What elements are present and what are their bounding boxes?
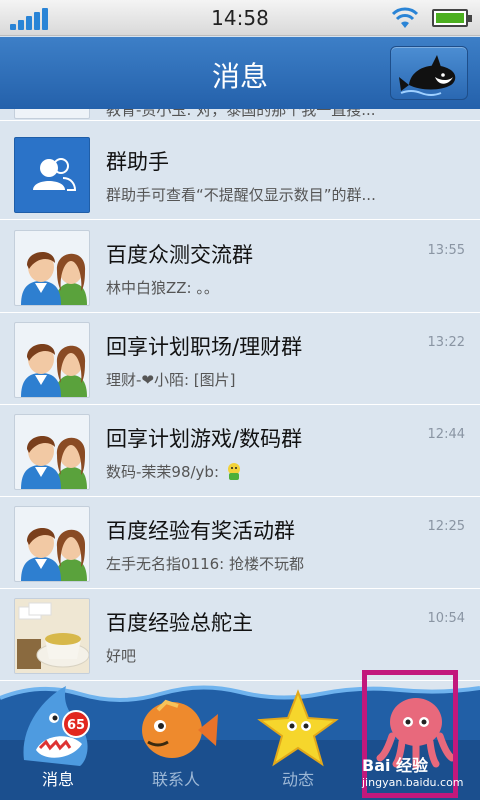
- avatar: [14, 109, 90, 119]
- conversation-name: 百度众测交流群: [106, 243, 253, 267]
- couple-icon: [21, 527, 87, 581]
- whale-icon: [399, 55, 456, 96]
- wifi-icon: [392, 7, 418, 28]
- couple-icon: [21, 435, 87, 489]
- message-time: 10:54: [427, 611, 465, 626]
- conversation-name: 回享计划职场/理财群: [106, 335, 303, 359]
- conversation-name: 群助手: [106, 150, 169, 174]
- conversation-name: 百度经验总舵主: [106, 611, 253, 635]
- conversation-name: 回享计划游戏/数码群: [106, 427, 303, 451]
- whale-button[interactable]: [390, 46, 468, 100]
- tab-feed[interactable]: 动态: [250, 680, 346, 800]
- watermark: Bai 经验 jingyan.baidu.com: [362, 752, 464, 789]
- couple-icon: [21, 343, 87, 397]
- couple-avatar: [14, 322, 90, 398]
- message-time: 12:25: [427, 519, 465, 534]
- message-preview: 林中白狼ZZ: 。。: [106, 279, 219, 297]
- shark-icon: [23, 686, 88, 766]
- conversation-list: 教育-资小玉: 对，泰国的那个我一直搜... 群助手 群助手可查看“不提醒仅显示…: [0, 109, 480, 699]
- message-preview-text: 数码-茉茉98/yb:: [106, 463, 220, 481]
- group-helper-icon: [33, 158, 77, 191]
- conversation-row[interactable]: 百度经验有奖活动群 左手无名指0116: 抢楼不玩都 12:25: [0, 497, 480, 589]
- title-bar: 消息: [0, 37, 480, 109]
- watermark-url: jingyan.baidu.com: [362, 776, 464, 789]
- couple-icon: [21, 251, 87, 305]
- conversation-row[interactable]: 百度众测交流群 林中白狼ZZ: 。。 13:55: [0, 221, 480, 313]
- message-preview: 左手无名指0116: 抢楼不玩都: [106, 555, 304, 573]
- conversation-name: 百度经验有奖活动群: [106, 519, 295, 543]
- starfish-icon: [257, 689, 339, 767]
- tab-label: 消息: [41, 770, 74, 789]
- couple-avatar: [14, 414, 90, 490]
- group-helper-avatar: [14, 137, 90, 213]
- tab-messages[interactable]: 65 消息: [10, 680, 106, 800]
- battery-icon: [432, 9, 472, 27]
- tab-label: 联系人: [151, 770, 200, 789]
- tea-cup-icon: [15, 599, 89, 673]
- watermark-brand: Bai 经验: [362, 756, 429, 775]
- conversation-row[interactable]: 教育-资小玉: 对，泰国的那个我一直搜...: [0, 109, 480, 121]
- conversation-row[interactable]: 百度经验总舵主 好吧 10:54: [0, 589, 480, 681]
- emoji-icon: [227, 463, 240, 480]
- tab-contacts[interactable]: 联系人: [128, 680, 224, 800]
- couple-avatar: [14, 230, 90, 306]
- message-time: 12:44: [427, 427, 465, 442]
- message-preview: 数码-茉茉98/yb:: [106, 461, 446, 482]
- message-preview: 群助手可查看“不提醒仅显示数目”的群...: [106, 186, 376, 204]
- conversation-row[interactable]: 群助手 群助手可查看“不提醒仅显示数目”的群...: [0, 128, 480, 220]
- status-bar: 14:58: [0, 0, 480, 36]
- tea-avatar: [14, 598, 90, 674]
- unread-badge: 65: [62, 710, 90, 738]
- message-preview: 理财-❤小陌: [图片]: [106, 371, 236, 389]
- couple-avatar: [14, 506, 90, 582]
- message-preview: 好吧: [106, 647, 137, 665]
- message-time: 13:22: [427, 335, 465, 350]
- message-preview: 教育-资小玉: 对，泰国的那个我一直搜...: [106, 109, 376, 119]
- fish-icon: [142, 699, 218, 758]
- conversation-row[interactable]: 回享计划职场/理财群 理财-❤小陌: [图片] 13:22: [0, 313, 480, 405]
- message-time: 13:55: [427, 243, 465, 258]
- conversation-row[interactable]: 回享计划游戏/数码群 数码-茉茉98/yb: 12:44: [0, 405, 480, 497]
- tab-label: 动态: [281, 770, 314, 789]
